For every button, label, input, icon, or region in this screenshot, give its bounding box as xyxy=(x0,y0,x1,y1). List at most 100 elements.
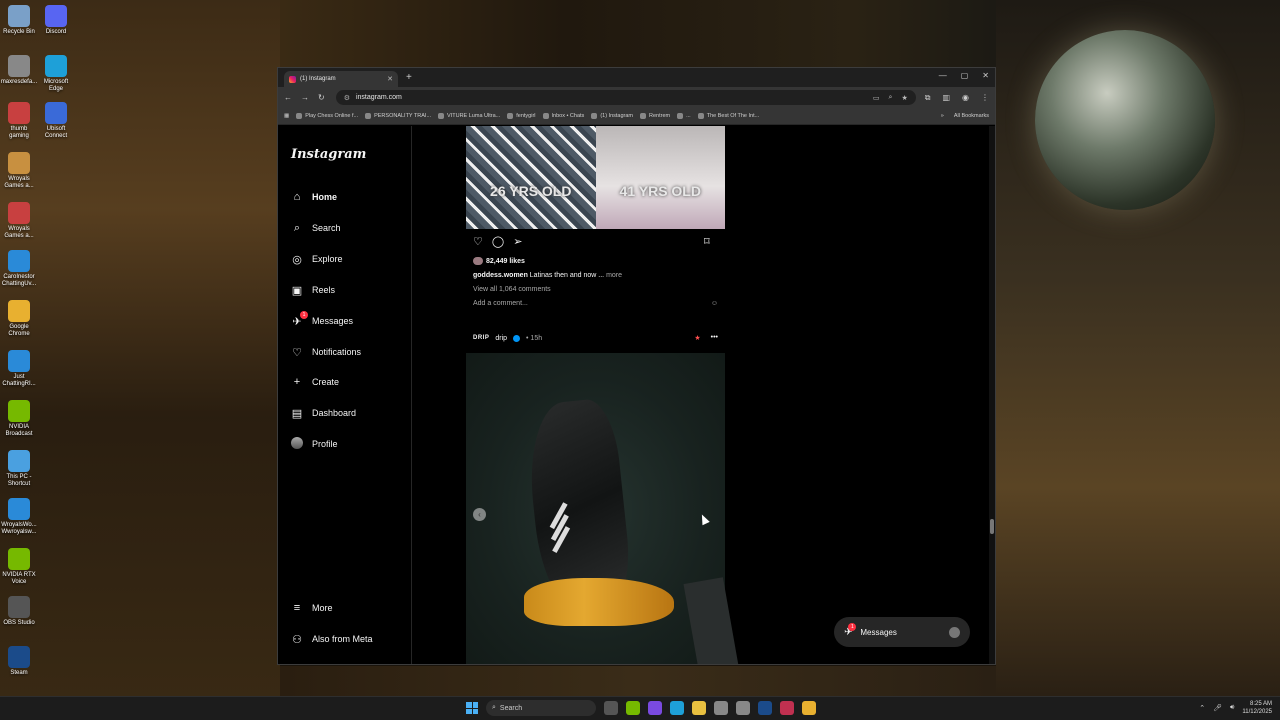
desktop-icon[interactable]: Discord xyxy=(37,5,75,36)
toolbar-right: ⧉ ▥ ◉ ⋮ xyxy=(925,93,989,103)
share-icon[interactable]: ➢ xyxy=(513,235,522,248)
nav-item-messages[interactable]: ✈ 1 Messages xyxy=(290,310,405,331)
desktop-icon[interactable]: NVIDIA Broadcast xyxy=(0,400,38,438)
nav-item-explore[interactable]: ◎ Explore xyxy=(290,249,405,269)
desktop-icon[interactable]: Recycle Bin xyxy=(0,5,38,36)
desktop-icon[interactable]: NVIDIA RTX Voice xyxy=(0,548,38,586)
nav-item-also-from-meta[interactable]: ⚇ Also from Meta xyxy=(290,629,405,649)
nav-item-search[interactable]: ⌕ Search xyxy=(290,218,405,238)
desktop-icon[interactable]: This PC - Shortcut xyxy=(0,450,38,488)
save-icon[interactable]: ⌑ xyxy=(704,235,710,248)
desktop-icon[interactable]: CaroInestor ChattingUv... xyxy=(0,250,38,288)
file-explorer-icon[interactable] xyxy=(692,701,706,715)
favorite-icon[interactable]: ★ xyxy=(694,334,700,342)
messages-pill[interactable]: ✈ 1 Messages xyxy=(834,617,970,647)
bookmark-item[interactable]: Play Chess Online f... xyxy=(296,113,358,119)
bookmark-item[interactable]: fentygirl xyxy=(507,113,536,119)
desktop-icon[interactable]: Steam xyxy=(0,646,38,677)
close-icon[interactable]: ✕ xyxy=(982,71,989,80)
comment-icon[interactable]: ◯ xyxy=(492,235,504,248)
all-bookmarks-button[interactable]: All Bookmarks xyxy=(954,113,989,119)
site-info-icon[interactable]: ⚙ xyxy=(344,94,350,102)
chrome-icon[interactable] xyxy=(802,701,816,715)
nav-item-notifications[interactable]: ♡ Notifications xyxy=(290,342,405,362)
forward-icon[interactable]: → xyxy=(301,93,309,102)
post-image-shoe[interactable]: ‹ xyxy=(466,353,739,664)
new-tab-button[interactable]: + xyxy=(406,71,412,87)
mic-icon[interactable]: 🎤︎ xyxy=(1213,704,1222,712)
tab-instagram[interactable]: (1) Instagram ✕ xyxy=(284,71,398,87)
carousel-prev-icon[interactable]: ‹ xyxy=(473,508,486,521)
desktop-app-icon xyxy=(8,250,30,272)
view-comments-link[interactable]: View all 1,064 comments xyxy=(473,286,551,293)
store-icon[interactable] xyxy=(714,701,728,715)
bookmark-item[interactable]: The Best Of The Int... xyxy=(697,113,759,119)
more-options-icon[interactable]: ••• xyxy=(711,334,718,342)
desktop-icon[interactable]: Just ChattingRI... xyxy=(0,350,38,388)
nav-item-home[interactable]: ⌂ Home xyxy=(290,187,405,207)
nav-item-create[interactable]: + Create xyxy=(290,372,405,392)
likes-count[interactable]: 82,449 likes xyxy=(473,257,525,265)
address-bar[interactable]: ⚙ instagram.com ▭ ⌕ ★ xyxy=(335,90,916,105)
desktop-icon[interactable]: thumb gaming xyxy=(0,102,38,140)
post-image-comparison[interactable]: 26 YRS OLD 41 YRS OLD xyxy=(466,126,725,229)
apps-icon[interactable]: ▦ xyxy=(284,113,289,119)
bookmark-item[interactable]: Inbox • Chats xyxy=(542,113,584,119)
tray-chevron-icon[interactable]: ⌃ xyxy=(1199,704,1205,712)
emoji-icon[interactable]: ☺ xyxy=(711,300,718,307)
star-icon[interactable]: ★ xyxy=(901,94,907,102)
bookmark-item[interactable]: PERSONALITY TRAI... xyxy=(365,113,431,119)
scrollbar-thumb[interactable] xyxy=(990,519,994,534)
post-username[interactable]: drip xyxy=(495,335,507,342)
desktop-icon[interactable]: Google Chrome xyxy=(0,300,38,338)
bookmark-favicon-icon xyxy=(640,113,647,119)
clock[interactable]: 8:25 AM 11/12/2025 xyxy=(1242,700,1272,716)
nav-item-dashboard[interactable]: ▤ Dashboard xyxy=(290,403,405,423)
verified-icon xyxy=(513,334,521,342)
back-icon[interactable]: ← xyxy=(284,93,292,102)
nav-label: Search xyxy=(312,223,341,233)
page-scrollbar[interactable] xyxy=(989,126,995,664)
start-button[interactable] xyxy=(466,702,478,714)
reload-icon[interactable]: ↻ xyxy=(318,93,325,102)
like-icon[interactable]: ♡ xyxy=(473,235,483,248)
add-comment-field[interactable]: Add a comment... ☺ xyxy=(473,300,718,307)
minimize-icon[interactable]: — xyxy=(939,71,947,80)
bookmark-item[interactable]: ... xyxy=(677,113,691,119)
caption-username[interactable]: goddess.women xyxy=(473,272,528,279)
volume-icon[interactable]: 🔊︎ xyxy=(1230,704,1234,712)
extensions-icon[interactable]: ⧉ xyxy=(925,93,931,103)
caption-more-link[interactable]: more xyxy=(606,272,622,279)
bookmark-item[interactable]: (1) Instagram xyxy=(591,113,633,119)
edge-icon[interactable] xyxy=(670,701,684,715)
copilot-icon[interactable] xyxy=(648,701,662,715)
instagram-logo[interactable]: Instagram xyxy=(291,147,366,162)
sidepanel-icon[interactable]: ▥ xyxy=(942,93,950,103)
steam-icon[interactable] xyxy=(758,701,772,715)
nav-item-more[interactable]: ≡ More xyxy=(290,598,405,618)
desktop-icon[interactable]: WroyalsWo... Wwroyalsw... xyxy=(0,498,38,536)
desktop-icon[interactable]: Wroyals Games a... xyxy=(0,152,38,190)
zoom-icon[interactable]: ⌕ xyxy=(889,94,893,102)
profile-icon[interactable]: ◉ xyxy=(962,93,969,103)
bookmark-item[interactable]: VITURE Luma Ultra... xyxy=(438,113,500,119)
maximize-icon[interactable]: ▢ xyxy=(961,71,969,80)
nvidia-icon[interactable] xyxy=(626,701,640,715)
nav-item-profile[interactable]: Profile xyxy=(290,434,405,454)
desktop-icon[interactable]: maxresdefa... xyxy=(0,55,38,86)
taskbar-search[interactable]: ⌕ Search xyxy=(486,700,596,716)
install-icon[interactable]: ▭ xyxy=(873,94,880,102)
desktop-icon[interactable]: Microsoft Edge xyxy=(37,55,75,93)
desktop-icon[interactable]: Wroyals Games a... xyxy=(0,202,38,240)
menu-dots-icon[interactable]: ⋮ xyxy=(981,93,989,103)
taskview-icon[interactable] xyxy=(604,701,618,715)
nav-item-reels[interactable]: ▣ Reels xyxy=(290,280,405,300)
desktop-icon[interactable]: Ubisoft Connect xyxy=(37,102,75,140)
close-tab-icon[interactable]: ✕ xyxy=(387,75,393,83)
settings-icon[interactable] xyxy=(736,701,750,715)
app-icon[interactable] xyxy=(780,701,794,715)
account-avatar[interactable]: DRIP xyxy=(473,335,489,341)
more-bookmarks-icon[interactable]: » xyxy=(941,113,944,119)
desktop-icon[interactable]: OBS Studio xyxy=(0,596,38,627)
bookmark-item[interactable]: Rentrem xyxy=(640,113,670,119)
